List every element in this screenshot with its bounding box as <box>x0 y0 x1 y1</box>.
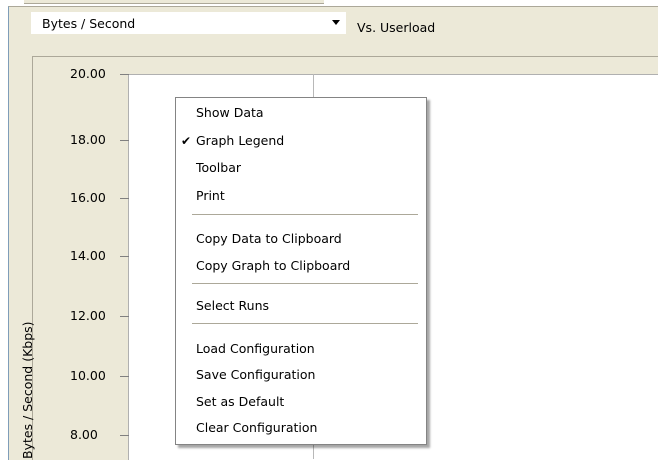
menu-item-label: Print <box>196 188 225 203</box>
menu-item-set-as-default[interactable]: Set as Default <box>176 391 426 413</box>
menu-item-label: Load Configuration <box>196 341 315 356</box>
menu-item-label: Set as Default <box>196 394 285 409</box>
y-axis-title: Bytes / Second (Kbps) <box>20 321 35 459</box>
y-tick-label: 14.00 <box>70 248 106 263</box>
menu-item-show-data[interactable]: Show Data <box>176 102 426 124</box>
y-tick-mark <box>120 74 129 75</box>
menu-item-print[interactable]: Print <box>176 185 426 207</box>
y-tick-label: 8.00 <box>70 427 98 442</box>
metric-dropdown-value: Bytes / Second <box>42 16 136 31</box>
menu-item-copy-data[interactable]: Copy Data to Clipboard <box>176 228 426 250</box>
y-tick-mark <box>120 198 129 199</box>
y-tick-label: 10.00 <box>70 368 106 383</box>
menu-item-label: Copy Graph to Clipboard <box>196 258 351 273</box>
y-tick-label: 18.00 <box>70 132 106 147</box>
menu-item-clear-configuration[interactable]: Clear Configuration <box>176 417 426 439</box>
menu-item-copy-graph[interactable]: Copy Graph to Clipboard <box>176 255 426 277</box>
menu-separator <box>192 214 418 218</box>
menu-item-label: Copy Data to Clipboard <box>196 231 342 246</box>
menu-item-label: Toolbar <box>196 160 242 175</box>
menu-item-label: Show Data <box>196 105 264 120</box>
y-tick-mark <box>120 376 129 377</box>
menu-separator <box>192 283 418 287</box>
vs-userload-label: Vs. Userload <box>357 20 436 35</box>
menu-separator <box>192 323 418 327</box>
menu-item-label: Save Configuration <box>196 367 316 382</box>
dropdown-arrow-icon[interactable] <box>332 20 340 25</box>
y-tick-mark <box>120 256 129 257</box>
y-tick-mark <box>120 435 129 436</box>
menu-item-select-runs[interactable]: Select Runs <box>176 295 426 317</box>
menu-item-label: Select Runs <box>196 298 270 313</box>
top-strip <box>24 0 324 4</box>
menu-item-graph-legend[interactable]: ✔ Graph Legend <box>176 130 426 152</box>
y-tick-mark <box>120 140 129 141</box>
menu-item-save-configuration[interactable]: Save Configuration <box>176 364 426 386</box>
context-menu: Show Data ✔ Graph Legend Toolbar Print C… <box>175 97 427 445</box>
y-tick-label: 20.00 <box>70 66 106 81</box>
y-tick-mark <box>120 316 129 317</box>
metric-dropdown[interactable]: Bytes / Second <box>31 12 346 34</box>
menu-item-label: Clear Configuration <box>196 420 318 435</box>
menu-item-toolbar[interactable]: Toolbar <box>176 157 426 179</box>
checkmark-icon: ✔ <box>181 134 192 148</box>
menu-item-load-configuration[interactable]: Load Configuration <box>176 338 426 360</box>
y-tick-label: 16.00 <box>70 190 106 205</box>
menu-item-label: Graph Legend <box>196 133 285 148</box>
y-tick-label: 12.00 <box>70 308 106 323</box>
